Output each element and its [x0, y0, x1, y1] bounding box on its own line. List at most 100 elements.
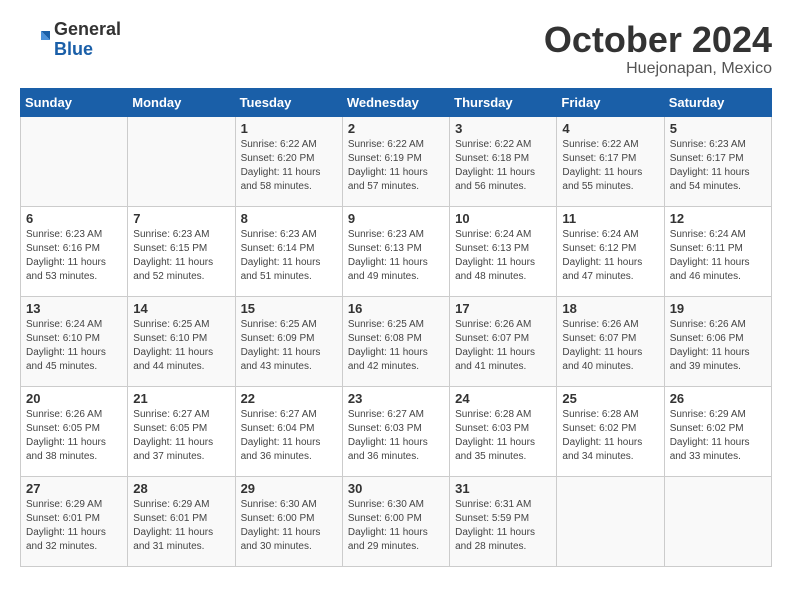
calendar-cell: 13 Sunrise: 6:24 AM Sunset: 6:10 PM Dayli… [21, 296, 128, 386]
calendar-cell: 8 Sunrise: 6:23 AM Sunset: 6:14 PM Daylig… [235, 206, 342, 296]
calendar-cell: 26 Sunrise: 6:29 AM Sunset: 6:02 PM Dayli… [664, 386, 771, 476]
day-number: 20 [26, 391, 122, 406]
logo: General Blue [20, 20, 121, 60]
calendar-cell: 12 Sunrise: 6:24 AM Sunset: 6:11 PM Dayli… [664, 206, 771, 296]
day-info: Sunrise: 6:25 AM Sunset: 6:09 PM Dayligh… [241, 318, 337, 374]
day-info: Sunrise: 6:24 AM Sunset: 6:12 PM Dayligh… [562, 228, 658, 284]
day-info: Sunrise: 6:22 AM Sunset: 6:20 PM Dayligh… [241, 138, 337, 194]
day-number: 31 [455, 481, 551, 496]
calendar-cell: 14 Sunrise: 6:25 AM Sunset: 6:10 PM Dayli… [128, 296, 235, 386]
weekday-header-row: SundayMondayTuesdayWednesdayThursdayFrid… [21, 88, 772, 116]
logo-icon [20, 25, 50, 55]
day-number: 7 [133, 211, 229, 226]
day-number: 9 [348, 211, 444, 226]
day-number: 12 [670, 211, 766, 226]
day-info: Sunrise: 6:29 AM Sunset: 6:01 PM Dayligh… [133, 498, 229, 554]
day-number: 1 [241, 121, 337, 136]
day-number: 17 [455, 301, 551, 316]
day-info: Sunrise: 6:22 AM Sunset: 6:17 PM Dayligh… [562, 138, 658, 194]
calendar-cell: 27 Sunrise: 6:29 AM Sunset: 6:01 PM Dayli… [21, 476, 128, 566]
calendar-cell: 9 Sunrise: 6:23 AM Sunset: 6:13 PM Daylig… [342, 206, 449, 296]
calendar-cell: 17 Sunrise: 6:26 AM Sunset: 6:07 PM Dayli… [450, 296, 557, 386]
day-info: Sunrise: 6:24 AM Sunset: 6:10 PM Dayligh… [26, 318, 122, 374]
week-row-2: 6 Sunrise: 6:23 AM Sunset: 6:16 PM Daylig… [21, 206, 772, 296]
calendar-cell: 6 Sunrise: 6:23 AM Sunset: 6:16 PM Daylig… [21, 206, 128, 296]
calendar-cell: 11 Sunrise: 6:24 AM Sunset: 6:12 PM Dayli… [557, 206, 664, 296]
calendar-cell [21, 116, 128, 206]
day-number: 19 [670, 301, 766, 316]
day-number: 27 [26, 481, 122, 496]
calendar-cell: 3 Sunrise: 6:22 AM Sunset: 6:18 PM Daylig… [450, 116, 557, 206]
day-info: Sunrise: 6:28 AM Sunset: 6:02 PM Dayligh… [562, 408, 658, 464]
calendar-cell: 1 Sunrise: 6:22 AM Sunset: 6:20 PM Daylig… [235, 116, 342, 206]
calendar-cell: 2 Sunrise: 6:22 AM Sunset: 6:19 PM Daylig… [342, 116, 449, 206]
month-title: October 2024 [544, 20, 772, 60]
day-number: 16 [348, 301, 444, 316]
day-info: Sunrise: 6:31 AM Sunset: 5:59 PM Dayligh… [455, 498, 551, 554]
day-number: 6 [26, 211, 122, 226]
day-info: Sunrise: 6:23 AM Sunset: 6:16 PM Dayligh… [26, 228, 122, 284]
calendar-cell: 30 Sunrise: 6:30 AM Sunset: 6:00 PM Dayli… [342, 476, 449, 566]
day-info: Sunrise: 6:24 AM Sunset: 6:11 PM Dayligh… [670, 228, 766, 284]
day-info: Sunrise: 6:23 AM Sunset: 6:14 PM Dayligh… [241, 228, 337, 284]
day-number: 4 [562, 121, 658, 136]
weekday-header-thursday: Thursday [450, 88, 557, 116]
day-info: Sunrise: 6:23 AM Sunset: 6:17 PM Dayligh… [670, 138, 766, 194]
weekday-header-monday: Monday [128, 88, 235, 116]
day-info: Sunrise: 6:30 AM Sunset: 6:00 PM Dayligh… [348, 498, 444, 554]
calendar-cell: 29Sunrise: 6:30 AM Sunset: 6:00 PM Dayli… [235, 476, 342, 566]
calendar-cell: 24 Sunrise: 6:28 AM Sunset: 6:03 PM Dayli… [450, 386, 557, 476]
day-number: 24 [455, 391, 551, 406]
weekday-header-wednesday: Wednesday [342, 88, 449, 116]
title-block: October 2024 Huejonapan, Mexico [544, 20, 772, 78]
day-number: 28 [133, 481, 229, 496]
week-row-1: 1 Sunrise: 6:22 AM Sunset: 6:20 PM Daylig… [21, 116, 772, 206]
day-number: 18 [562, 301, 658, 316]
calendar-cell: 31 Sunrise: 6:31 AM Sunset: 5:59 PM Dayli… [450, 476, 557, 566]
calendar-cell: 22 Sunrise: 6:27 AM Sunset: 6:04 PM Dayli… [235, 386, 342, 476]
calendar-cell: 19 Sunrise: 6:26 AM Sunset: 6:06 PM Dayli… [664, 296, 771, 386]
day-info: Sunrise: 6:29 AM Sunset: 6:02 PM Dayligh… [670, 408, 766, 464]
day-number: 14 [133, 301, 229, 316]
calendar-cell: 20Sunrise: 6:26 AM Sunset: 6:05 PM Dayli… [21, 386, 128, 476]
day-number: 30 [348, 481, 444, 496]
weekday-header-saturday: Saturday [664, 88, 771, 116]
day-info: Sunrise: 6:25 AM Sunset: 6:10 PM Dayligh… [133, 318, 229, 374]
calendar-cell: 10Sunrise: 6:24 AM Sunset: 6:13 PM Dayli… [450, 206, 557, 296]
day-number: 2 [348, 121, 444, 136]
day-info: Sunrise: 6:22 AM Sunset: 6:18 PM Dayligh… [455, 138, 551, 194]
weekday-header-sunday: Sunday [21, 88, 128, 116]
location: Huejonapan, Mexico [544, 60, 772, 78]
week-row-3: 13 Sunrise: 6:24 AM Sunset: 6:10 PM Dayli… [21, 296, 772, 386]
calendar-cell [557, 476, 664, 566]
day-number: 3 [455, 121, 551, 136]
calendar-cell: 16Sunrise: 6:25 AM Sunset: 6:08 PM Dayli… [342, 296, 449, 386]
weekday-header-tuesday: Tuesday [235, 88, 342, 116]
page-header: General Blue October 2024 Huejonapan, Me… [20, 20, 772, 78]
calendar-table: SundayMondayTuesdayWednesdayThursdayFrid… [20, 88, 772, 567]
weekday-header-friday: Friday [557, 88, 664, 116]
day-info: Sunrise: 6:28 AM Sunset: 6:03 PM Dayligh… [455, 408, 551, 464]
day-number: 26 [670, 391, 766, 406]
day-number: 8 [241, 211, 337, 226]
day-info: Sunrise: 6:22 AM Sunset: 6:19 PM Dayligh… [348, 138, 444, 194]
day-number: 25 [562, 391, 658, 406]
day-number: 15 [241, 301, 337, 316]
day-info: Sunrise: 6:26 AM Sunset: 6:07 PM Dayligh… [455, 318, 551, 374]
calendar-cell [664, 476, 771, 566]
day-number: 11 [562, 211, 658, 226]
calendar-cell: 23Sunrise: 6:27 AM Sunset: 6:03 PM Dayli… [342, 386, 449, 476]
calendar-cell: 5Sunrise: 6:23 AM Sunset: 6:17 PM Daylig… [664, 116, 771, 206]
day-info: Sunrise: 6:27 AM Sunset: 6:04 PM Dayligh… [241, 408, 337, 464]
day-info: Sunrise: 6:27 AM Sunset: 6:05 PM Dayligh… [133, 408, 229, 464]
day-info: Sunrise: 6:23 AM Sunset: 6:13 PM Dayligh… [348, 228, 444, 284]
day-number: 22 [241, 391, 337, 406]
day-info: Sunrise: 6:26 AM Sunset: 6:06 PM Dayligh… [670, 318, 766, 374]
week-row-4: 20Sunrise: 6:26 AM Sunset: 6:05 PM Dayli… [21, 386, 772, 476]
day-number: 23 [348, 391, 444, 406]
calendar-cell: 7Sunrise: 6:23 AM Sunset: 6:15 PM Daylig… [128, 206, 235, 296]
day-info: Sunrise: 6:29 AM Sunset: 6:01 PM Dayligh… [26, 498, 122, 554]
calendar-cell: 18Sunrise: 6:26 AM Sunset: 6:07 PM Dayli… [557, 296, 664, 386]
day-info: Sunrise: 6:30 AM Sunset: 6:00 PM Dayligh… [241, 498, 337, 554]
day-number: 13 [26, 301, 122, 316]
